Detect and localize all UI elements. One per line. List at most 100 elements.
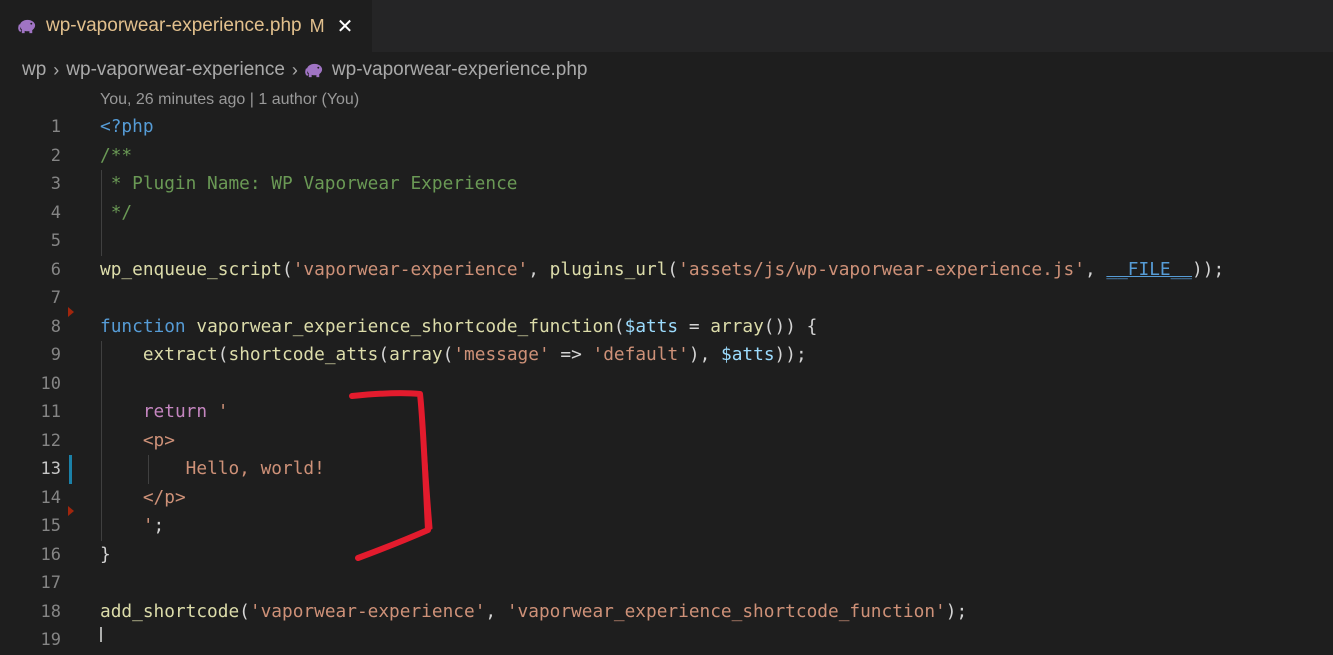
git-blame-codelens[interactable]: You, 26 minutes ago | 1 author (You) bbox=[100, 91, 359, 109]
code-line: 9 extract(shortcode_atts(array('message'… bbox=[0, 341, 1333, 370]
tab-title: wp-vaporwear-experience.php bbox=[46, 15, 302, 36]
punctuation: ( bbox=[239, 600, 250, 622]
punctuation: )); bbox=[774, 344, 807, 365]
punctuation: ; bbox=[153, 515, 165, 536]
operator: = bbox=[678, 315, 711, 337]
code-line: 19 bbox=[0, 626, 1333, 655]
comment: * Plugin Name: WP Vaporwear Experience bbox=[100, 173, 518, 194]
php-elephant-icon bbox=[305, 63, 323, 77]
line-number: 13 bbox=[40, 459, 61, 479]
string-literal: 'default' bbox=[592, 344, 689, 365]
punctuation: ( bbox=[667, 258, 679, 280]
string-literal: ' bbox=[207, 401, 229, 422]
function-name: array bbox=[710, 315, 764, 337]
code-line: 12 <p> bbox=[0, 427, 1333, 456]
breadcrumb-item-wp[interactable]: wp bbox=[22, 59, 46, 81]
line-number: 16 bbox=[40, 544, 61, 565]
code-line: 6 wp_enqueue_script('vaporwear-experienc… bbox=[0, 256, 1333, 285]
punctuation: ); bbox=[945, 600, 968, 622]
line-number: 14 bbox=[40, 487, 61, 508]
function-name: shortcode_atts bbox=[228, 344, 379, 365]
code-line: 8 function vaporwear_experience_shortcod… bbox=[0, 313, 1333, 342]
code-line: 3 * Plugin Name: WP Vaporwear Experience bbox=[0, 170, 1333, 199]
keyword-return: return bbox=[142, 401, 208, 422]
punctuation: , bbox=[485, 600, 507, 622]
variable: $atts bbox=[624, 315, 679, 337]
string-literal: 'vaporwear-experience' bbox=[292, 258, 529, 280]
php-open-tag: <?php bbox=[100, 116, 154, 137]
punctuation: ( bbox=[282, 258, 293, 280]
operator: => bbox=[549, 344, 593, 365]
breadcrumb: wp › wp-vaporwear-experience › wp-vaporw… bbox=[22, 56, 588, 84]
variable: $atts bbox=[721, 344, 775, 365]
editor-tab[interactable]: wp-vaporwear-experience.php M ✕ bbox=[0, 0, 372, 52]
line-number: 10 bbox=[40, 373, 61, 394]
string-literal: 'message' bbox=[453, 344, 550, 365]
string-literal: Hello, world! bbox=[185, 458, 325, 479]
punctuation: ( bbox=[613, 315, 625, 337]
function-name: add_shortcode bbox=[100, 600, 240, 622]
function-name: wp_enqueue_script bbox=[100, 258, 282, 280]
punctuation: ( bbox=[217, 344, 229, 365]
code-line: 5 bbox=[0, 227, 1333, 256]
breadcrumb-item-folder[interactable]: wp-vaporwear-experience bbox=[66, 59, 285, 81]
code-line: 16 } bbox=[0, 541, 1333, 570]
line-number: 1 bbox=[50, 117, 61, 137]
chevron-right-icon: › bbox=[53, 59, 60, 80]
line-number: 19 bbox=[40, 630, 61, 650]
function-name: vaporwear_experience_shortcode_function bbox=[196, 315, 614, 337]
line-number: 3 bbox=[50, 174, 61, 194]
line-number: 6 bbox=[50, 259, 61, 280]
chevron-right-icon: › bbox=[291, 59, 298, 80]
line-number: 8 bbox=[50, 316, 61, 337]
php-elephant-icon bbox=[18, 19, 36, 33]
punctuation: ( bbox=[378, 344, 390, 365]
code-line: 2 /** bbox=[0, 142, 1333, 171]
code-line: 17 bbox=[0, 569, 1333, 598]
tab-bar: wp-vaporwear-experience.php M ✕ bbox=[0, 0, 1333, 52]
line-number: 11 bbox=[40, 402, 61, 422]
function-name: plugins_url bbox=[549, 258, 668, 280]
string-literal: 'vaporwear-experience' bbox=[249, 600, 486, 622]
line-number: 7 bbox=[50, 288, 61, 308]
string-literal: 'vaporwear_experience_shortcode_function… bbox=[506, 600, 946, 622]
breadcrumb-item-file[interactable]: wp-vaporwear-experience.php bbox=[332, 59, 588, 81]
comment: /** bbox=[100, 144, 133, 166]
code-line: 14 </p> bbox=[0, 484, 1333, 513]
line-number: 9 bbox=[50, 345, 61, 365]
text-cursor bbox=[100, 627, 102, 642]
magic-constant: __FILE__ bbox=[1106, 258, 1193, 280]
comment: */ bbox=[100, 201, 133, 223]
line-number: 2 bbox=[50, 145, 61, 166]
function-name: array bbox=[389, 344, 443, 365]
punctuation: ( bbox=[442, 344, 454, 365]
line-number: 18 bbox=[40, 601, 61, 622]
line-number: 4 bbox=[50, 202, 61, 223]
punctuation: )); bbox=[1192, 258, 1225, 280]
code-line: 18 add_shortcode('vaporwear-experience',… bbox=[0, 598, 1333, 627]
line-number: 5 bbox=[50, 231, 61, 251]
close-icon[interactable]: ✕ bbox=[337, 14, 354, 38]
code-line: 13 Hello, world! bbox=[0, 455, 1333, 484]
string-literal: <p> bbox=[142, 429, 175, 451]
line-number: 12 bbox=[40, 430, 61, 451]
code-line: 10 bbox=[0, 370, 1333, 399]
code-line: 1 <?php bbox=[0, 113, 1333, 142]
modified-indicator: M bbox=[309, 15, 325, 36]
code-line: 11 return ' bbox=[0, 398, 1333, 427]
line-number: 17 bbox=[40, 573, 61, 593]
keyword: function bbox=[100, 315, 186, 337]
punctuation: ()) { bbox=[763, 315, 818, 337]
string-literal: ' bbox=[142, 515, 154, 536]
string-literal: </p> bbox=[142, 486, 186, 508]
code-line: 4 */ bbox=[0, 199, 1333, 228]
punctuation: , bbox=[1084, 258, 1107, 280]
line-number: 15 bbox=[40, 516, 61, 536]
punctuation: , bbox=[528, 258, 550, 280]
code-line: 7 bbox=[0, 284, 1333, 313]
punctuation: } bbox=[100, 543, 111, 565]
string-literal: 'assets/js/wp-vaporwear-experience.js' bbox=[678, 258, 1085, 280]
punctuation: ), bbox=[688, 344, 721, 365]
function-name: extract bbox=[142, 344, 218, 365]
